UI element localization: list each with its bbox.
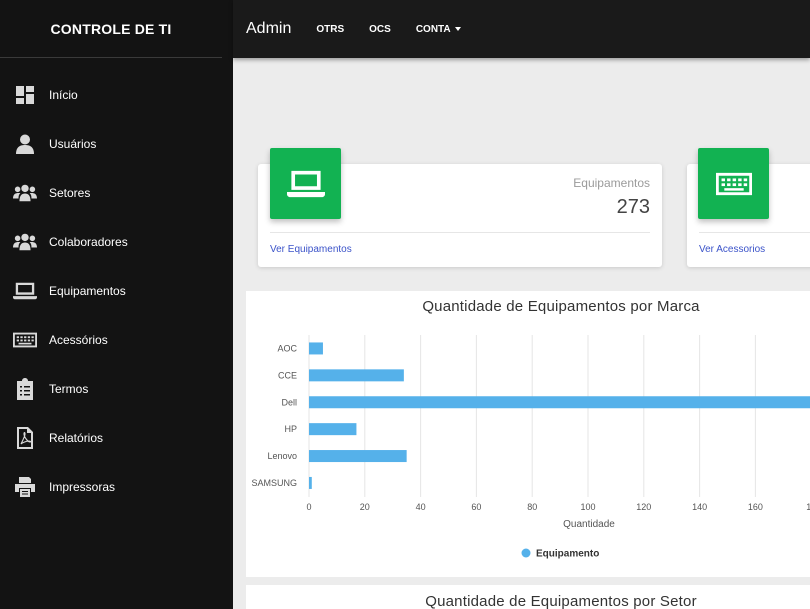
keyboard-icon: [698, 148, 769, 219]
sidebar-item-label: Setores: [49, 185, 91, 200]
sidebar-item-equipamentos[interactable]: Equipamentos: [0, 266, 233, 315]
bar: [309, 476, 312, 489]
chart-panel-setor: Quantidade de Equipamentos por Setor: [246, 585, 810, 609]
top-navbar: Admin OTRS OCS CONTA: [233, 0, 810, 58]
y-tick-label: SAMSUNG: [251, 478, 297, 488]
caret-down-icon: [454, 26, 461, 31]
ver-equipamentos-link[interactable]: Ver Equipamentos: [270, 244, 352, 255]
bar-chart: 0 20 40 60 80 100 120 140 160 18 AOC CCE Dell HP Lenov…: [251, 335, 810, 560]
card-value: 273: [616, 196, 650, 218]
sidebar-item-setores[interactable]: Setores: [0, 168, 233, 217]
sidebar-item-label: Usuários: [49, 136, 97, 151]
nav-dropdown-conta[interactable]: CONTA: [416, 24, 461, 35]
sidebar-item-usuarios[interactable]: Usuários: [0, 119, 233, 168]
x-tick-label: 18: [806, 502, 810, 512]
y-tick-label: HP: [284, 424, 297, 434]
sidebar-item-label: Acessórios: [49, 333, 108, 348]
sidebar-item-label: Equipamentos: [49, 283, 126, 298]
bar: [309, 369, 404, 382]
bar: [309, 396, 810, 409]
sidebar: CONTROLE DE TI Início Usuários Setores C…: [0, 0, 233, 609]
nav-link-otrs[interactable]: OTRS: [316, 24, 344, 35]
x-tick-label: 160: [748, 502, 763, 512]
sidebar-menu: Início Usuários Setores Colaboradores Eq…: [0, 70, 233, 512]
sidebar-item-label: Início: [49, 87, 78, 102]
x-tick-label: 120: [636, 502, 651, 512]
sidebar-item-termos[interactable]: Termos: [0, 365, 233, 414]
legend-swatch: [521, 548, 531, 558]
divider: [699, 232, 810, 233]
x-tick-label: 60: [471, 502, 481, 512]
y-tick-label: AOC: [277, 343, 297, 353]
y-tick-label: CCE: [278, 370, 297, 380]
laptop-icon: [13, 279, 37, 303]
users-group-icon: [13, 230, 37, 254]
card-title: Equipamentos: [573, 176, 650, 190]
sidebar-item-colaboradores[interactable]: Colaboradores: [0, 217, 233, 266]
sidebar-item-relatorios[interactable]: Relatórios: [0, 414, 233, 463]
y-tick-label: Dell: [281, 397, 297, 407]
chart-title: Quantidade de Equipamentos por Setor: [425, 593, 697, 609]
nav-link-ocs[interactable]: OCS: [369, 24, 391, 35]
x-tick-label: 0: [306, 502, 311, 512]
printer-icon: [13, 475, 37, 499]
x-tick-label: 20: [360, 502, 370, 512]
users-group-icon: [13, 181, 37, 205]
x-axis-title: Quantidade: [563, 519, 615, 530]
dashboard-icon: [13, 83, 37, 107]
ver-acessorios-link[interactable]: Ver Acessorios: [699, 244, 765, 255]
sidebar-item-impressoras[interactable]: Impressoras: [0, 463, 233, 512]
sidebar-item-label: Impressoras: [49, 480, 116, 495]
laptop-icon: [270, 148, 341, 219]
divider: [270, 232, 650, 233]
user-icon: [13, 132, 37, 156]
bar: [309, 342, 323, 355]
sidebar-item-inicio[interactable]: Início: [0, 70, 233, 119]
x-tick-label: 140: [692, 502, 707, 512]
x-tick-label: 40: [416, 502, 426, 512]
keyboard-icon: [13, 328, 37, 352]
legend-label: Equipamento: [536, 549, 599, 560]
sidebar-item-acessorios[interactable]: Acessórios: [0, 315, 233, 364]
navbar-title[interactable]: Admin: [246, 20, 291, 38]
sidebar-item-label: Termos: [49, 382, 89, 397]
bar: [309, 423, 357, 436]
x-tick-label: 100: [580, 502, 595, 512]
clipboard-icon: [13, 377, 37, 401]
y-tick-label: Lenovo: [267, 451, 297, 461]
pdf-file-icon: [13, 426, 37, 450]
bar: [309, 450, 407, 463]
brand-title[interactable]: CONTROLE DE TI: [0, 0, 222, 58]
sidebar-item-label: Relatórios: [49, 431, 104, 446]
x-tick-label: 80: [527, 502, 537, 512]
sidebar-item-label: Colaboradores: [49, 234, 128, 249]
chart-panel-marca: Quantidade de Equipamentos por Marca 0 20…: [246, 291, 810, 577]
nav-dropdown-label: CONTA: [415, 23, 451, 35]
